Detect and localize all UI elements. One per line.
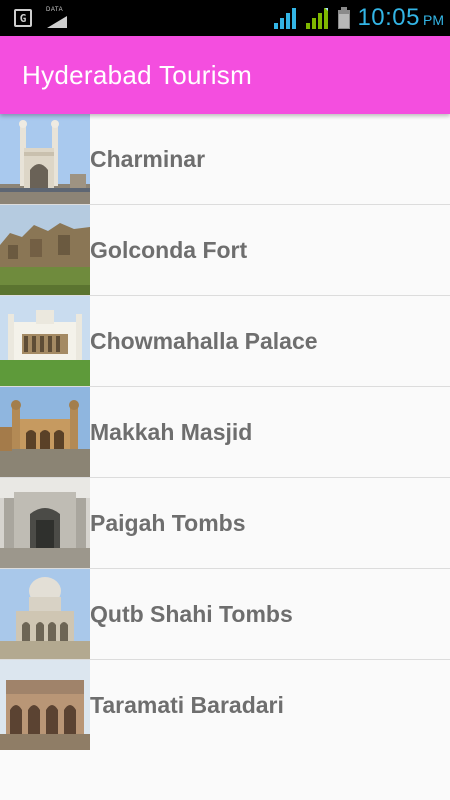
list-item[interactable]: Paigah Tombs [0,478,450,569]
place-name: Makkah Masjid [90,419,253,445]
golconda-fort-thumbnail [0,205,90,295]
charminar-thumbnail [0,114,90,204]
clock-time: 10:05 [357,4,420,31]
clock: 10:05 PM [357,4,444,32]
place-name: Charminar [90,146,206,172]
app-bar: Hyderabad Tourism [0,36,450,114]
list-item[interactable]: Golconda Fort [0,205,450,296]
place-name: Golconda Fort [90,237,248,263]
data-label: DATA [46,7,64,13]
taramati-baradari-thumbnail [0,660,90,750]
status-bar: G DATA 10:05 PM [0,0,450,36]
place-name: Chowmahalla Palace [90,328,318,354]
qutb-shahi-tombs-thumbnail [0,569,90,659]
place-name: Taramati Baradari [90,692,284,718]
data-transfer-icon: DATA [46,7,68,29]
cellular-signal-icon [305,6,331,30]
wifi-signal-icon [273,6,299,30]
makkah-masjid-thumbnail [0,387,90,477]
place-name: Paigah Tombs [90,510,246,536]
battery-icon [337,6,351,30]
list-item[interactable]: Taramati Baradari [0,660,450,751]
list-item[interactable]: Qutb Shahi Tombs [0,569,450,660]
app-title: Hyderabad Tourism [22,60,253,90]
list-item[interactable]: Chowmahalla Palace [0,296,450,387]
places-list[interactable]: Charminar Golconda Fort Chowmahalla Pala… [0,114,450,751]
app-notification-icon: G [14,9,32,27]
place-name: Qutb Shahi Tombs [90,601,293,627]
list-item[interactable]: Makkah Masjid [0,387,450,478]
list-item[interactable]: Charminar [0,114,450,205]
paigah-tombs-thumbnail [0,478,90,568]
chowmahalla-palace-thumbnail [0,296,90,386]
clock-ampm: PM [423,12,444,28]
